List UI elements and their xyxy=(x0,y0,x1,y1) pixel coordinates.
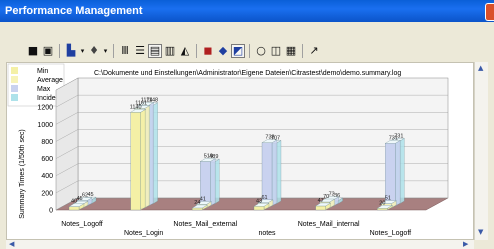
data-label: 20 xyxy=(379,200,385,206)
data-label: 62 xyxy=(82,193,88,199)
x-tick-label: Notes_Mail_external xyxy=(173,221,237,228)
bar xyxy=(377,208,388,211)
chart-type-dropdown-icon[interactable]: ▾ xyxy=(79,44,86,58)
rotate-icon[interactable]: ◆ xyxy=(216,44,230,58)
legend-swatch-average xyxy=(11,76,18,83)
toolbar-separator xyxy=(302,44,303,58)
data-label: 738 xyxy=(265,135,274,141)
legend-label-min: Min xyxy=(37,68,48,75)
data-table-icon[interactable]: ▥ xyxy=(163,44,177,58)
data-label: 731 xyxy=(389,135,398,141)
save-icon[interactable]: ■ xyxy=(26,44,40,58)
chart-type-icon[interactable]: ▙ xyxy=(64,44,78,58)
print-icon[interactable]: ▦ xyxy=(284,44,298,58)
chart-toolbar: ■ ▣ ▙ ▾ ♦ ▾ Ⅲ ☰ ▤ ▥ ◭ ◼ ◆ ◩ ○ ◫ ▦ ↗ xyxy=(26,42,321,60)
toolbar-separator xyxy=(249,44,250,58)
horizontal-scrollbar[interactable]: ◀ ▶ xyxy=(6,240,474,249)
bar xyxy=(68,206,80,211)
close-button[interactable] xyxy=(485,3,494,21)
data-label: 40 xyxy=(71,199,77,205)
toolbar-separator xyxy=(59,44,60,58)
legend-label-max: Max xyxy=(37,86,51,93)
data-label: 1140 xyxy=(130,104,142,110)
y-tick-label: 1000 xyxy=(37,122,53,129)
scroll-down-icon[interactable]: ▼ xyxy=(478,228,483,236)
bar xyxy=(315,205,326,211)
y-tick-label: 400 xyxy=(41,173,53,180)
data-label: 45 xyxy=(87,192,93,198)
view-3d-icon[interactable]: ◼ xyxy=(201,44,215,58)
chart-path-label: C:\Dokumente und Einstellungen\Administr… xyxy=(94,70,401,77)
data-label: 43 xyxy=(256,198,262,204)
copy-icon[interactable]: ▣ xyxy=(41,44,55,58)
palette-icon[interactable]: ♦ xyxy=(87,44,101,58)
legend-icon[interactable]: ▤ xyxy=(148,44,162,58)
data-label: 70 xyxy=(323,194,329,200)
legend-swatch-max xyxy=(11,85,18,92)
vertical-grid-icon[interactable]: Ⅲ xyxy=(118,44,132,58)
palette-dropdown-icon[interactable]: ▾ xyxy=(102,44,109,58)
legend-label-average: Average xyxy=(37,77,63,84)
options-icon[interactable]: ◩ xyxy=(231,44,245,58)
data-label: 47 xyxy=(318,198,324,204)
plot-side-wall xyxy=(55,77,79,211)
bar-side xyxy=(140,109,146,211)
print-preview-icon[interactable]: ◫ xyxy=(269,44,283,58)
scroll-up-icon[interactable]: ▲ xyxy=(478,64,483,72)
legend-swatch-incidences xyxy=(11,94,18,101)
title-bar[interactable]: Performance Management xyxy=(0,0,494,22)
toolbar-separator xyxy=(196,44,197,58)
vertical-scrollbar[interactable]: ▲ ▼ xyxy=(474,62,488,240)
x-tick-label: Notes_Mail_internal xyxy=(298,221,360,228)
3d-icon[interactable]: ◭ xyxy=(178,44,192,58)
data-label: 61 xyxy=(261,195,267,201)
data-label: 24 xyxy=(194,200,200,206)
data-label: 51 xyxy=(385,196,391,202)
y-axis-ticks: 0 200 400 600 800 1000 1200 xyxy=(37,105,53,215)
data-label: 45 xyxy=(76,196,82,202)
bar xyxy=(130,112,141,211)
x-tick-label: notes xyxy=(258,230,276,237)
toolbar-separator xyxy=(113,44,114,58)
y-tick-label: 600 xyxy=(41,156,53,163)
legend-swatch-min xyxy=(11,67,18,74)
bar-side xyxy=(210,158,216,207)
data-label: 73 xyxy=(329,192,335,198)
zoom-icon[interactable]: ○ xyxy=(254,44,268,58)
data-label: 519 xyxy=(204,154,213,160)
horizontal-grid-icon[interactable]: ☰ xyxy=(133,44,147,58)
window-title: Performance Management xyxy=(5,5,143,17)
pointer-icon[interactable]: ↗ xyxy=(307,44,321,58)
y-tick-label: 1200 xyxy=(37,105,53,112)
bar xyxy=(192,207,203,211)
scroll-right-icon[interactable]: ▶ xyxy=(463,240,468,248)
bar-chart: Min Average Max Incidences C:\Dokumente … xyxy=(7,63,449,237)
y-tick-label: 800 xyxy=(41,139,53,146)
y-tick-label: 200 xyxy=(41,190,53,197)
y-tick-label: 0 xyxy=(49,208,53,215)
bar-side xyxy=(271,139,278,207)
x-tick-label: Notes_Logoff xyxy=(370,230,412,237)
bar-side xyxy=(395,140,401,207)
x-axis-ticks: Notes_Logoff Notes_Login Notes_Mail_extern… xyxy=(61,221,411,237)
scroll-left-icon[interactable]: ◀ xyxy=(9,240,14,248)
y-axis-label: Summary Times (1/50th sec) xyxy=(19,129,26,218)
x-tick-label: Notes_Login xyxy=(124,230,163,237)
x-tick-label: Notes_Logoff xyxy=(61,221,103,228)
bar xyxy=(253,206,265,211)
data-label: 41 xyxy=(200,196,206,202)
